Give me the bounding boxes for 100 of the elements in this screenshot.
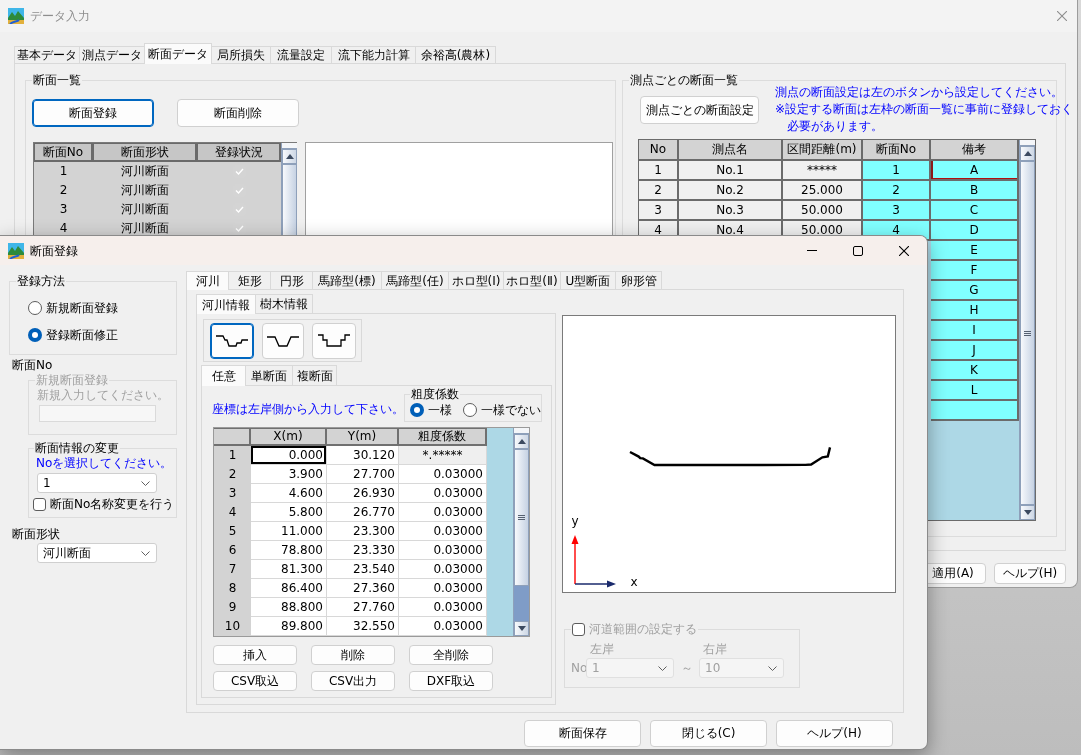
table-cell: G [931, 281, 1019, 301]
table-cell: D [931, 221, 1019, 241]
column-header[interactable]: 断面No [863, 140, 931, 161]
column-header[interactable]: 備考 [931, 140, 1019, 161]
tab[interactable]: 複断面 [292, 365, 337, 385]
window-title: データ入力 [30, 8, 90, 24]
note-text: 必要があります。 [786, 118, 884, 135]
group-title: 測点ごとの断面一覧 [629, 72, 739, 88]
table-cell: E [931, 241, 1019, 261]
field-label: 右岸 [702, 641, 728, 657]
tab[interactable]: 河川情報 [196, 294, 256, 314]
table-cell-text: 河川断面 [120, 220, 170, 237]
tab[interactable]: 余裕高(農林) [415, 46, 496, 63]
table-cell: No.2 [679, 181, 783, 201]
scroll-down-button[interactable] [514, 621, 529, 636]
radio-option[interactable]: 登録断面修正 [28, 326, 176, 344]
rename-checkbox[interactable]: 断面No名称変更を行う [33, 497, 176, 511]
group-title: 粗度係数 [410, 386, 460, 402]
column-header[interactable]: 断面形状 [93, 143, 197, 162]
tab[interactable]: 河川 [186, 271, 229, 290]
column-header[interactable]: 測点名 [679, 140, 783, 161]
table-action-button[interactable]: CSV取込 [213, 671, 297, 691]
group-title: 登録方法 [16, 273, 66, 289]
table-cell: 4.600 [251, 484, 327, 503]
scrollbar[interactable] [513, 428, 529, 636]
up-arrow-icon [1023, 151, 1032, 156]
table-cell: 3 [639, 201, 679, 221]
action-button[interactable]: 断面登録 [32, 99, 154, 127]
tab[interactable]: 流下能力計算 [331, 46, 416, 63]
table-action-button[interactable]: 全削除 [409, 645, 493, 665]
header-corner [214, 428, 251, 446]
row-number: 6 [214, 541, 251, 560]
scroll-thumb[interactable] [1020, 161, 1035, 505]
table-cell: 23.330 [327, 541, 399, 560]
table-cell: 23.300 [327, 522, 399, 541]
tab[interactable]: 局所損失 [211, 46, 271, 63]
row-number: 5 [214, 522, 251, 541]
field-label: 左岸 [589, 641, 615, 657]
tab[interactable]: 卵形管 [615, 271, 662, 289]
tab[interactable]: 単断面 [245, 365, 293, 385]
column-header[interactable]: Y(m) [327, 428, 399, 446]
tab[interactable]: 馬蹄型(任) [381, 271, 449, 289]
table-cell: J [931, 341, 1019, 361]
row-number: 7 [214, 560, 251, 579]
scroll-up-button[interactable] [282, 149, 297, 164]
tab[interactable]: 流量設定 [270, 46, 332, 63]
table-cell: 0.03000 [399, 484, 487, 503]
table-cell: C [931, 201, 1019, 221]
table-cell-text: 河川断面 [120, 201, 170, 218]
x-axis-arrow [574, 580, 616, 588]
dialog-button[interactable]: 閉じる(C) [650, 720, 767, 747]
dialog-button[interactable]: 断面保存 [524, 720, 641, 747]
column-header[interactable]: 区間距離(m) [783, 140, 863, 161]
action-button[interactable]: 測点ごとの断面設定 [640, 96, 759, 124]
tab[interactable]: 任意 [201, 365, 246, 386]
profile-button[interactable] [210, 323, 254, 359]
section-no-dropdown[interactable]: 1 [37, 473, 157, 493]
row-number: 9 [214, 598, 251, 617]
scroll-up-button[interactable] [514, 434, 529, 449]
radio-option[interactable]: 一様 [410, 402, 452, 418]
scroll-thumb[interactable] [514, 449, 529, 586]
column-header[interactable]: X(m) [251, 428, 327, 446]
radio-option[interactable]: 一様でない [463, 402, 541, 418]
radio-option[interactable]: 新規断面登録 [28, 299, 176, 317]
column-header[interactable]: 登録状況 [197, 143, 281, 162]
scroll-up-button[interactable] [1020, 146, 1035, 161]
table-action-button[interactable]: DXF取込 [409, 671, 493, 691]
shape-dropdown[interactable]: 河川断面 [37, 543, 157, 563]
table-cell: F [931, 261, 1019, 281]
channel-profile-icon [216, 334, 248, 348]
tab[interactable]: ホロ型(Ⅱ) [503, 271, 561, 289]
table-action-button[interactable]: CSV出力 [311, 671, 395, 691]
column-header[interactable]: 粗度係数 [399, 428, 487, 446]
row-number: 4 [214, 503, 251, 522]
tab[interactable]: 矩形 [228, 271, 271, 289]
field-label: 断面形状 [12, 526, 61, 542]
tab[interactable]: 基本データ [14, 46, 80, 63]
table-cell: 2 [639, 181, 679, 201]
column-header[interactable]: No [639, 140, 679, 161]
dialog-button[interactable]: ヘルプ(H) [776, 720, 893, 747]
dialog-button[interactable]: ヘルプ(H) [994, 563, 1066, 584]
table-action-button[interactable]: 挿入 [213, 645, 297, 665]
table-cell: 86.400 [251, 579, 327, 598]
tab[interactable]: 馬蹄型(標) [312, 271, 382, 289]
table-cell: 0.03000 [399, 560, 487, 579]
tab[interactable]: 測点データ [79, 46, 145, 63]
hint-text: 新規入力してください。 [37, 388, 170, 403]
table-cell: 81.300 [251, 560, 327, 579]
tab[interactable]: 断面データ [144, 43, 212, 64]
close-icon [1057, 11, 1067, 21]
action-button[interactable]: 断面削除 [177, 99, 299, 127]
scroll-down-button[interactable] [1020, 505, 1035, 520]
table-cell: 25.000 [783, 181, 863, 201]
tab[interactable]: U型断面 [560, 271, 616, 289]
scrollbar[interactable] [1019, 140, 1035, 520]
tab[interactable]: 樹木情報 [255, 294, 313, 313]
tab[interactable]: 円形 [270, 271, 313, 289]
table-action-button[interactable]: 削除 [311, 645, 395, 665]
column-header[interactable]: 断面No [34, 143, 93, 162]
tab[interactable]: ホロ型(Ⅰ) [448, 271, 504, 289]
